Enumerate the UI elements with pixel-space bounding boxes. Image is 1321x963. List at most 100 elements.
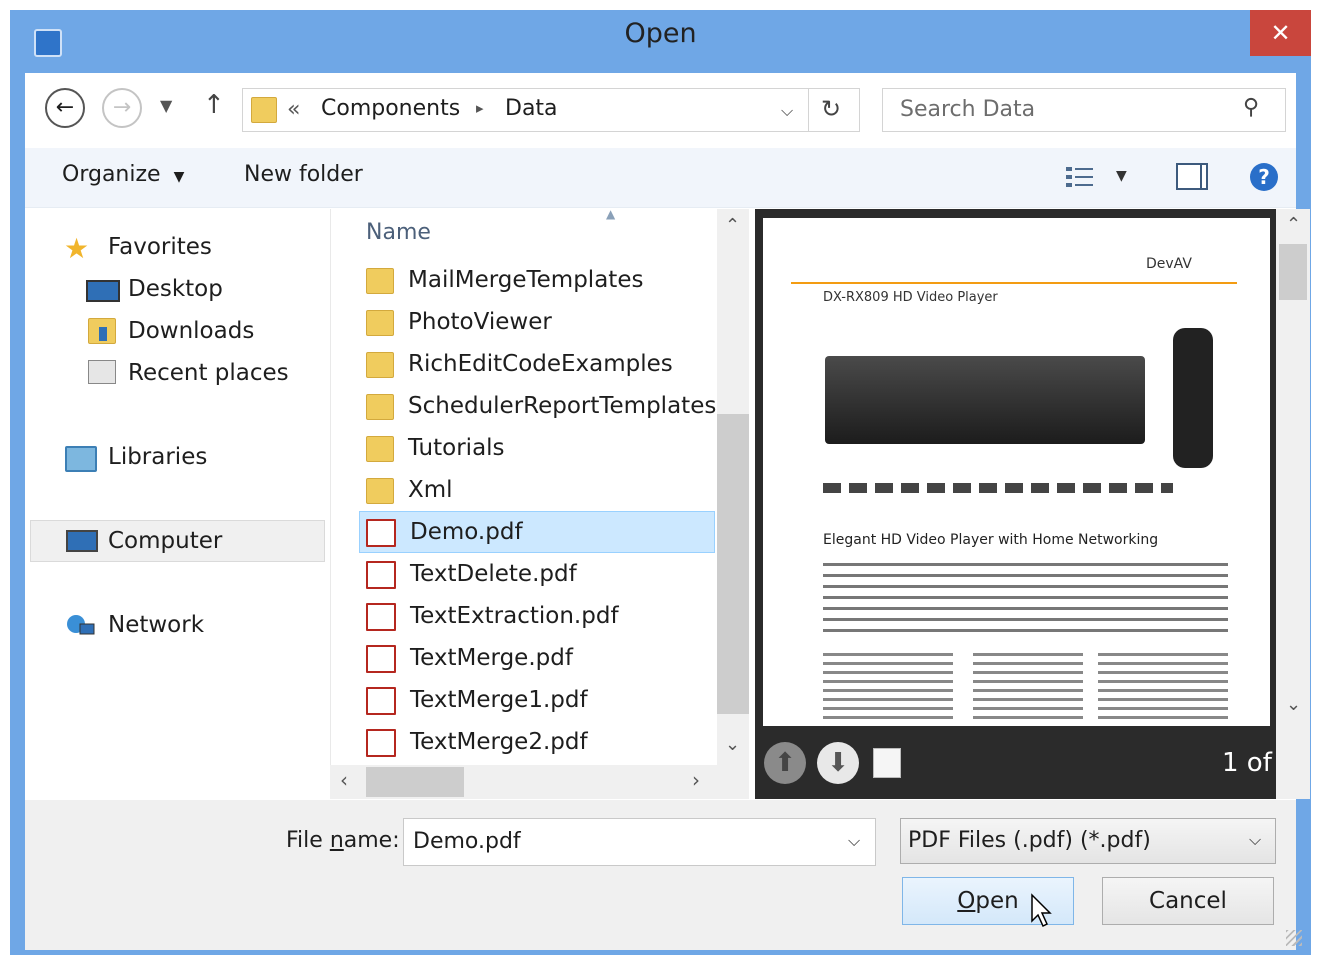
scroll-down-icon[interactable]: ⌄ <box>725 734 740 755</box>
item-name: TextMerge1.pdf <box>410 687 588 713</box>
resize-grip-icon[interactable] <box>1286 930 1302 946</box>
item-name: RichEditCodeExamples <box>408 351 673 377</box>
recent-places-icon <box>88 360 116 384</box>
item-name: PhotoViewer <box>408 309 552 335</box>
list-item-folder[interactable]: Tutorials <box>366 430 505 466</box>
button-label: pen <box>975 888 1019 914</box>
help-icon[interactable]: ? <box>1250 163 1278 191</box>
list-item-folder[interactable]: RichEditCodeExamples <box>366 346 673 382</box>
downloads-icon <box>88 318 116 344</box>
nav-network[interactable]: Network <box>108 612 204 638</box>
pane-divider <box>330 209 331 799</box>
vertical-scrollbar[interactable]: ⌃ ⌄ <box>717 209 749 765</box>
list-item-file[interactable]: TextExtraction.pdf <box>366 598 619 634</box>
list-item-file-selected[interactable]: Demo.pdf <box>366 514 523 550</box>
body-text <box>823 563 1228 633</box>
item-name: Demo.pdf <box>410 519 523 545</box>
preview-scrollbar[interactable]: ⌃ ⌄ <box>1276 209 1310 799</box>
next-page-button[interactable]: ⬇ <box>817 742 859 784</box>
file-name-label: File name: <box>286 828 400 853</box>
address-dropdown-icon[interactable]: ⌵ <box>781 101 793 121</box>
view-dropdown-icon[interactable]: ▼ <box>1116 168 1127 184</box>
list-item-file[interactable]: TextMerge2.pdf <box>366 724 588 760</box>
search-icon[interactable]: ⚲ <box>1243 95 1259 120</box>
file-type-select[interactable]: PDF Files (.pdf) (*.pdf) ⌵ <box>900 818 1276 864</box>
chevron-down-icon[interactable]: ⌵ <box>848 831 860 851</box>
scrollbar-thumb[interactable] <box>366 767 464 797</box>
nav-computer[interactable]: Computer <box>108 528 222 554</box>
new-folder-button[interactable]: New folder <box>244 162 363 187</box>
nav-favorites[interactable]: Favorites <box>108 234 212 260</box>
scrollbar-thumb[interactable] <box>717 414 749 714</box>
file-type-value: PDF Files (.pdf) (*.pdf) <box>908 828 1151 853</box>
list-item-file[interactable]: TextMerge.pdf <box>366 640 573 676</box>
list-item-folder[interactable]: SchedulerReportTemplates <box>366 388 716 424</box>
pdf-file-icon <box>366 518 396 547</box>
scroll-up-icon[interactable]: ⌃ <box>725 215 740 236</box>
breadcrumb-components[interactable]: Components <box>321 96 460 121</box>
item-name: Tutorials <box>408 435 505 461</box>
item-name: TextMerge.pdf <box>410 645 573 671</box>
previous-page-button[interactable]: ⬆ <box>764 742 806 784</box>
folder-icon <box>366 477 394 504</box>
back-arrow-icon: ← <box>55 95 75 120</box>
scroll-right-icon[interactable]: › <box>692 768 700 792</box>
list-item-folder[interactable]: PhotoViewer <box>366 304 552 340</box>
item-name: TextExtraction.pdf <box>410 603 619 629</box>
column-header-name[interactable]: Name <box>366 220 431 245</box>
folder-icon <box>366 267 394 294</box>
nav-libraries[interactable]: Libraries <box>108 444 207 470</box>
list-item-file[interactable]: TextDelete.pdf <box>366 556 577 592</box>
list-item-file[interactable]: TextMerge1.pdf <box>366 682 588 718</box>
scroll-left-icon[interactable]: ‹ <box>340 768 348 792</box>
pdf-page-preview: DevAV DX-RX809 HD Video Player Elegant H… <box>763 218 1270 726</box>
breadcrumb-separator[interactable]: ▸ <box>476 99 484 117</box>
feature-column <box>973 653 1083 723</box>
pdf-file-icon <box>366 686 396 715</box>
preview-pane-toggle-icon[interactable] <box>1176 163 1208 190</box>
forward-button[interactable]: → <box>102 88 142 128</box>
libraries-icon <box>65 446 97 472</box>
back-button[interactable]: ← <box>45 88 85 128</box>
nav-downloads[interactable]: Downloads <box>128 318 254 344</box>
feature-column <box>1098 653 1228 723</box>
view-options-icon[interactable] <box>1066 165 1096 189</box>
remote-image <box>1173 328 1213 468</box>
recent-locations-button[interactable]: ▼ <box>160 96 172 115</box>
up-button[interactable]: ↑ <box>203 90 225 120</box>
scrollbar-thumb[interactable] <box>1279 244 1307 300</box>
chevron-down-icon: ⌵ <box>1249 830 1262 849</box>
address-bar[interactable]: « Components ▸ Data ⌵ ↻ <box>242 88 860 132</box>
folder-icon <box>366 351 394 378</box>
nav-desktop[interactable]: Desktop <box>128 276 223 302</box>
refresh-icon[interactable]: ↻ <box>821 95 841 123</box>
breadcrumb-data[interactable]: Data <box>505 96 558 121</box>
forward-arrow-icon: → <box>112 95 132 120</box>
search-box[interactable]: Search Data ⚲ <box>882 88 1286 132</box>
command-bar <box>25 148 1296 208</box>
mouse-cursor-icon <box>1030 893 1054 929</box>
scroll-up-icon[interactable]: ⌃ <box>1286 214 1301 235</box>
breadcrumb-overflow[interactable]: « <box>287 97 300 122</box>
cancel-button[interactable]: Cancel <box>1102 877 1274 925</box>
organize-button[interactable]: Organize ▼ <box>62 162 184 187</box>
list-item-folder[interactable]: MailMergeTemplates <box>366 262 643 298</box>
scroll-down-icon[interactable]: ⌄ <box>1286 694 1301 715</box>
document-headline: Elegant HD Video Player with Home Networ… <box>823 532 1159 548</box>
pdf-file-icon <box>366 602 396 631</box>
page-icon[interactable] <box>873 748 901 778</box>
label-part: File <box>286 828 330 853</box>
search-input[interactable]: Search Data <box>900 97 1035 122</box>
item-name: TextMerge2.pdf <box>410 729 588 755</box>
chevron-down-icon: ▼ <box>173 169 185 185</box>
nav-recent-places[interactable]: Recent places <box>128 360 289 386</box>
file-name-input[interactable]: Demo.pdf <box>413 829 521 854</box>
folder-icon <box>366 435 394 462</box>
list-item-folder[interactable]: Xml <box>366 472 453 508</box>
file-name-combobox[interactable]: Demo.pdf ⌵ <box>403 818 876 866</box>
close-button[interactable]: ✕ <box>1250 10 1311 56</box>
horizontal-scrollbar[interactable]: ‹ › <box>330 765 749 799</box>
pdf-file-icon <box>366 728 396 757</box>
accelerator: O <box>957 888 976 914</box>
pdf-file-icon <box>366 644 396 673</box>
